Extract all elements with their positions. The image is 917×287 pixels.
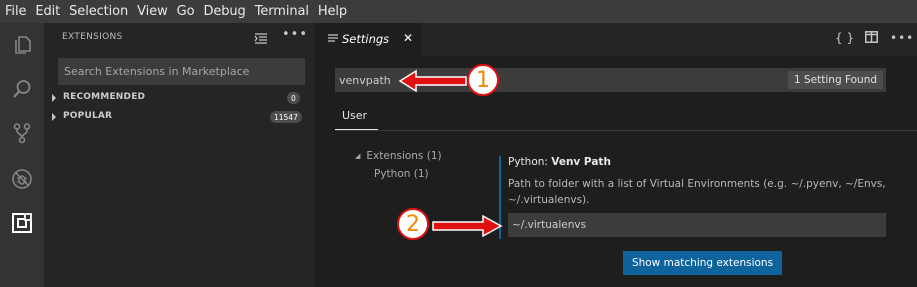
section-recommended[interactable]: RECOMMENDED 0 [44,89,315,107]
tab-settings[interactable]: Settings ✕ [315,23,422,56]
menu-selection[interactable]: Selection [69,4,128,19]
search-icon[interactable] [0,71,44,107]
menu-debug[interactable]: Debug [203,4,245,19]
tab-bar: Settings ✕ { } ••• [315,23,917,56]
toc-extensions[interactable]: ◢ Extensions (1) [355,150,442,162]
menu-view[interactable]: View [137,4,168,19]
venv-path-field[interactable] [508,213,886,237]
extensions-icon[interactable] [0,205,44,241]
menu-help[interactable]: Help [318,4,347,19]
section-recommended-label: RECOMMENDED [63,92,146,102]
recommended-count-badge: 0 [287,92,300,104]
sidebar-title: EXTENSIONS [62,32,123,42]
close-icon[interactable]: ✕ [403,31,413,45]
extensions-sidebar: EXTENSIONS ••• RECOMMENDED 0 POPULAR 115… [44,23,315,287]
settings-list-icon [328,34,338,42]
split-editor-icon[interactable] [865,31,878,46]
debug-icon[interactable] [0,161,44,197]
section-popular[interactable]: POPULAR 11547 [44,108,315,126]
extensions-search-box[interactable] [58,58,305,85]
toc-extensions-label: Extensions (1) [366,150,442,162]
extensions-search-input[interactable] [58,58,305,85]
open-settings-json-icon[interactable]: { } [835,31,854,45]
menu-terminal[interactable]: Terminal [255,4,309,19]
tab-user-settings[interactable]: User [342,109,367,122]
show-matching-extensions-button[interactable]: Show matching extensions [623,251,782,275]
popular-count-badge: 11547 [270,111,302,123]
source-control-icon[interactable] [0,115,44,151]
more-icon[interactable]: ••• [890,31,914,45]
active-tab-indicator [335,129,378,130]
settings-search-box[interactable]: 1 Setting Found [335,68,886,92]
section-popular-label: POPULAR [63,111,113,121]
expanded-triangle-icon: ◢ [355,152,361,160]
setting-title: Python: Venv Path [508,156,611,168]
files-icon[interactable] [0,27,44,63]
annotation-marker-1: 1 [467,64,499,96]
menu-file[interactable]: File [5,4,26,19]
toc-python[interactable]: Python (1) [374,168,429,180]
setting-category: Python: [508,156,552,168]
settings-found-count: 1 Setting Found [788,71,884,89]
setting-description: Path to folder with a list of Virtual En… [508,178,886,206]
setting-name: Venv Path [551,156,611,168]
editor-area: Settings ✕ { } ••• 1 Setting Found User … [315,23,917,287]
menu-bar: File Edit Selection View Go Debug Termin… [0,0,917,23]
chevron-right-icon [52,113,56,121]
menu-go[interactable]: Go [177,4,195,19]
tab-label: Settings [342,32,390,46]
more-actions-icon[interactable]: ••• [282,27,308,42]
venv-path-input[interactable] [508,213,886,237]
annotation-marker-2: 2 [397,208,429,240]
tab-divider [335,130,917,131]
chevron-right-icon [52,94,56,102]
menu-edit[interactable]: Edit [35,4,60,19]
clear-extensions-icon[interactable] [254,31,268,50]
setting-focus-indicator [499,156,501,239]
activity-bar [0,23,44,287]
